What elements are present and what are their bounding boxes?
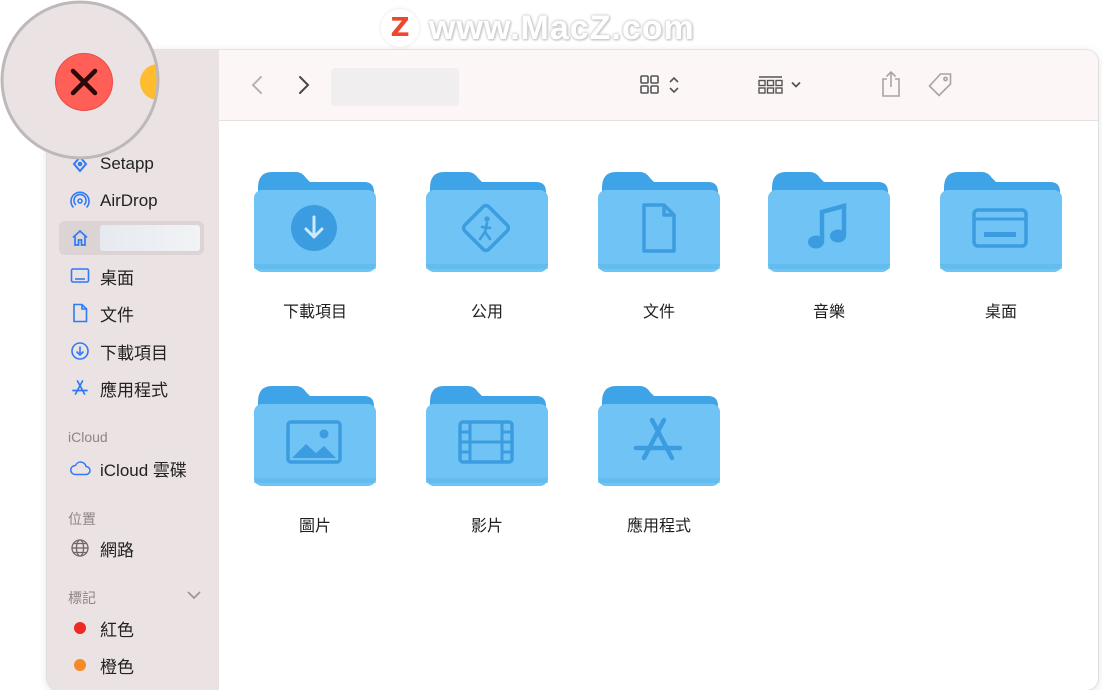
folder-document[interactable]: 文件 xyxy=(589,170,729,322)
folder-music[interactable]: 音樂 xyxy=(759,170,899,322)
sidebar-item-label: 文件 xyxy=(100,305,134,325)
finder-window: Setapp AirDrop 桌面 文件 下載項目 應用程式 iCloud iC… xyxy=(47,50,1098,690)
folder-downloads[interactable]: 下載項目 xyxy=(245,170,385,322)
folder-document-icon xyxy=(598,172,720,272)
home-icon xyxy=(69,227,91,249)
folder-label: 音樂 xyxy=(812,304,845,321)
sidebar-item-label: AirDrop xyxy=(100,191,158,210)
folder-desktop[interactable]: 桌面 xyxy=(931,170,1071,322)
folder-label: 應用程式 xyxy=(626,518,691,535)
watermark: Z www.MacZ.com xyxy=(381,8,695,48)
folder-label: 影片 xyxy=(470,518,503,535)
sidebar-item-network[interactable]: 網路 xyxy=(59,531,204,565)
forward-button[interactable] xyxy=(292,72,316,98)
sidebar-item-label: 橙色 xyxy=(100,657,134,677)
airdrop-icon xyxy=(69,190,91,212)
share-button[interactable] xyxy=(877,68,905,100)
sidebar-item-icloud-drive[interactable]: iCloud 雲碟 xyxy=(59,451,204,485)
toolbar xyxy=(219,50,1098,121)
downloads-icon xyxy=(69,340,91,362)
folder-label: 桌面 xyxy=(984,304,1017,321)
folder-label: 圖片 xyxy=(298,518,331,535)
network-icon xyxy=(69,537,91,559)
sidebar-item-label: 下載項目 xyxy=(100,343,168,363)
sidebar-item-documents[interactable]: 文件 xyxy=(59,296,204,330)
sidebar-section-locations: 位置 xyxy=(68,511,96,527)
macz-logo-icon: Z xyxy=(381,9,419,47)
back-button[interactable] xyxy=(245,72,269,98)
chevron-down-icon[interactable] xyxy=(186,587,202,605)
folder-label: 公用 xyxy=(470,304,503,321)
sidebar-section-tags: 標記 xyxy=(68,590,96,606)
sidebar-item-home[interactable] xyxy=(59,221,204,255)
folder-public-icon xyxy=(426,172,548,272)
close-button[interactable] xyxy=(55,53,113,111)
sidebar-item-label: 紅色 xyxy=(100,620,134,640)
sidebar-item-desktop[interactable]: 桌面 xyxy=(59,259,204,293)
sidebar-item-downloads[interactable]: 下載項目 xyxy=(59,334,204,368)
applications-icon xyxy=(69,377,91,399)
tag-dot xyxy=(74,622,86,634)
tag-color-dot-icon xyxy=(69,617,91,639)
group-button[interactable] xyxy=(756,71,806,99)
desktop-icon xyxy=(69,265,91,287)
folder-applications[interactable]: 應用程式 xyxy=(589,384,729,536)
group-icon xyxy=(758,76,801,94)
sidebar-item-tag-orange[interactable]: 橙色 xyxy=(59,648,204,682)
share-icon xyxy=(882,70,900,97)
folder-public[interactable]: 公用 xyxy=(417,170,557,322)
sidebar-item-label: 網路 xyxy=(100,540,134,560)
chevron-right-icon xyxy=(299,76,310,94)
tag-color-dot-icon xyxy=(69,654,91,676)
folder-movies-icon xyxy=(426,386,548,486)
close-icon xyxy=(70,68,98,96)
folder-desktop-icon xyxy=(940,172,1062,272)
home-folder-name-blurred xyxy=(100,225,200,251)
folder-music-icon xyxy=(768,172,890,272)
sidebar-item-airdrop[interactable]: AirDrop xyxy=(59,184,204,218)
folder-pictures-icon xyxy=(254,386,376,486)
folder-pictures[interactable]: 圖片 xyxy=(245,384,385,536)
folder-label: 文件 xyxy=(642,304,675,321)
magnifier-overlay xyxy=(0,0,162,168)
sidebar-item-label: 桌面 xyxy=(100,268,134,288)
folder-applications-icon xyxy=(598,386,720,486)
folder-label: 下載項目 xyxy=(282,304,347,321)
icon-view-icon xyxy=(640,75,679,94)
tag-button[interactable] xyxy=(925,70,955,100)
view-mode-button[interactable] xyxy=(638,71,686,99)
sidebar-section-icloud: iCloud xyxy=(68,429,108,445)
tag-icon xyxy=(928,73,952,97)
chevron-left-icon xyxy=(251,76,262,94)
tag-dot xyxy=(74,659,86,671)
cloud-icon xyxy=(69,457,91,479)
sidebar-item-applications[interactable]: 應用程式 xyxy=(59,371,204,405)
watermark-text: www.MacZ.com xyxy=(429,8,695,47)
sidebar-item-label: iCloud 雲碟 xyxy=(100,460,187,480)
folder-downloads-icon xyxy=(254,172,376,272)
folder-movies[interactable]: 影片 xyxy=(417,384,557,536)
document-icon xyxy=(69,302,91,324)
path-title-blurred xyxy=(331,68,459,106)
sidebar-item-label: 應用程式 xyxy=(100,380,168,400)
sidebar-item-tag-red[interactable]: 紅色 xyxy=(59,611,204,645)
